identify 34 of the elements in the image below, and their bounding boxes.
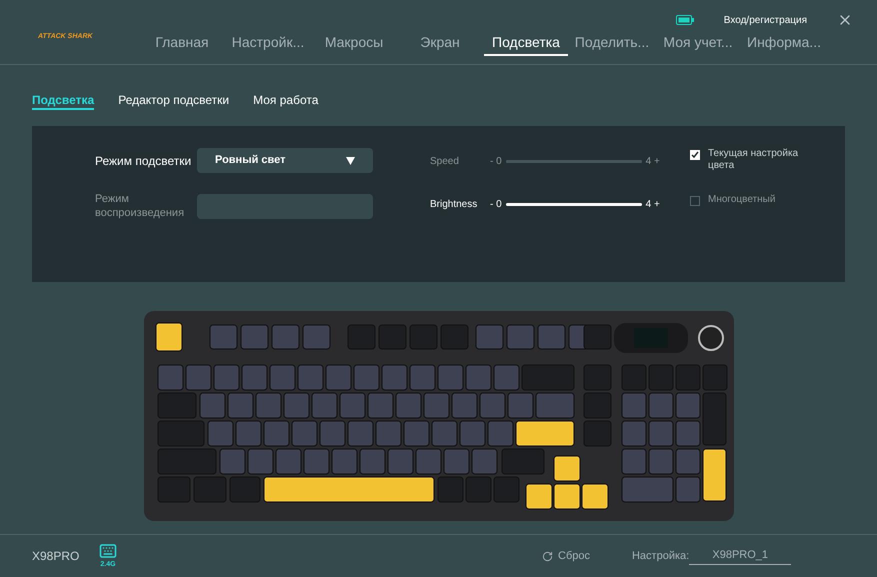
nav-tab[interactable]: Экран — [398, 32, 482, 56]
slider-fill[interactable] — [506, 202, 642, 206]
subtab[interactable]: Моя работа — [253, 91, 318, 110]
checkbox[interactable] — [690, 150, 700, 160]
nav-tab[interactable]: Информа... — [742, 32, 826, 56]
reset-icon — [542, 550, 553, 562]
device-name: X98PRO — [32, 548, 80, 565]
slider-min: - 0 — [490, 198, 502, 212]
slider-label: Speed — [430, 154, 460, 168]
profile-label: Настройка: — [632, 548, 690, 564]
login-link[interactable]: Вход/регистрация — [724, 12, 807, 28]
slider-max: 4 + — [646, 198, 660, 212]
checkbox-label: Текущая настройка цвета — [708, 148, 800, 172]
nav-tab[interactable]: Моя учет... — [656, 32, 740, 56]
subtab[interactable]: Редактор подсветки — [118, 91, 230, 110]
nav-tab[interactable]: Поделить... — [570, 32, 654, 56]
nav-tab[interactable]: Макросы — [312, 32, 396, 56]
mode-label: Режим подсветки — [95, 152, 192, 170]
nav-tab[interactable]: Подсветка — [484, 32, 568, 56]
checkbox-label: Многоцветный — [708, 194, 776, 206]
nav-tab[interactable]: Главная — [140, 32, 224, 56]
mode-dropdown[interactable]: Ровный свет — [197, 148, 373, 173]
slider-max: 4 + — [646, 154, 660, 168]
slider-label: Brightness — [430, 198, 478, 212]
battery-icon — [676, 15, 694, 25]
keyboard-icon — [99, 542, 117, 560]
playback-label: Режим воспроизведения — [95, 192, 186, 220]
nav-tab[interactable]: Настройк... — [226, 32, 310, 56]
profile-field[interactable]: X98PRO_1 — [689, 547, 792, 565]
reset-button[interactable]: Сброс — [542, 548, 590, 564]
checkbox[interactable] — [690, 196, 700, 206]
caret-icon — [346, 156, 355, 164]
subtab[interactable]: Подсветка — [32, 91, 94, 110]
slider-min: - 0 — [490, 154, 502, 168]
